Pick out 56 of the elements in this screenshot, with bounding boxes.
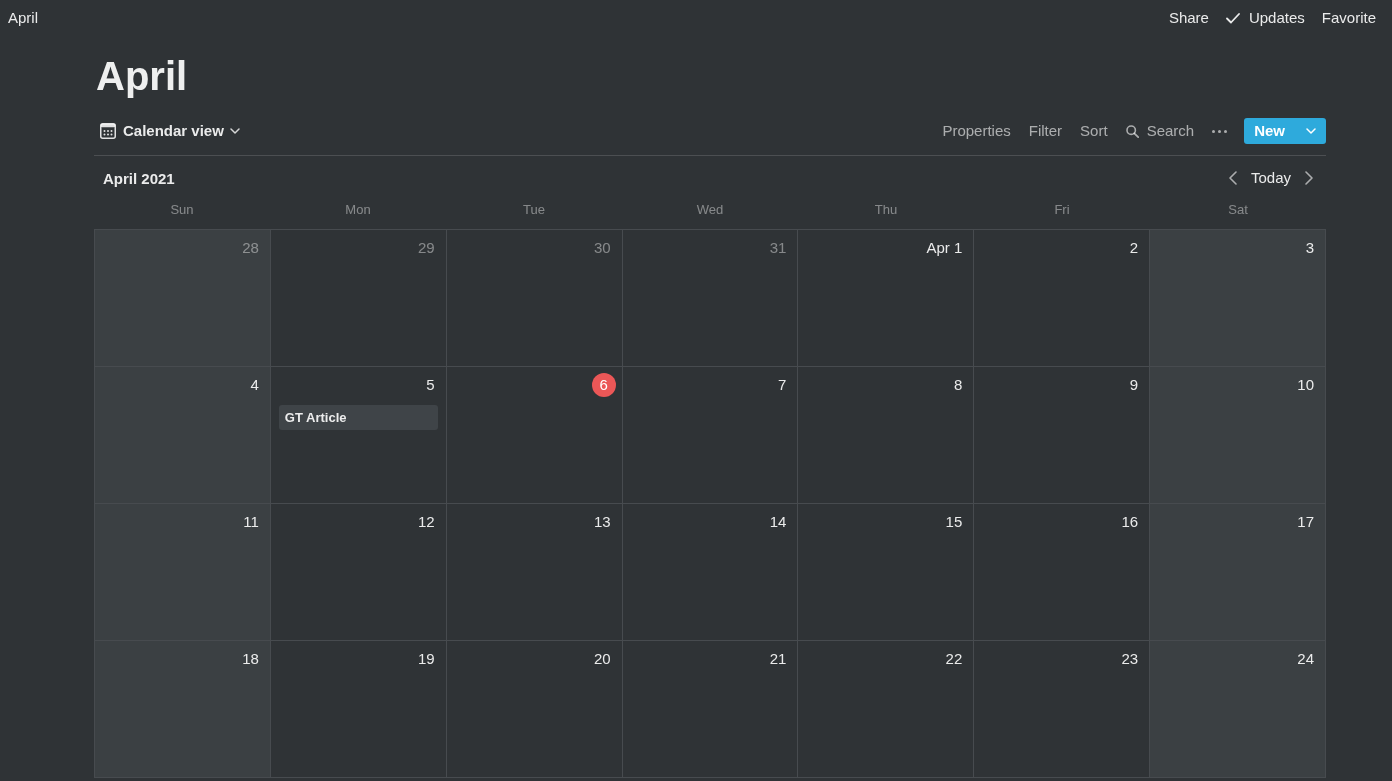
day-number: 30 [592, 238, 612, 258]
chevron-right-icon [1305, 171, 1313, 185]
ellipsis-icon [1212, 129, 1228, 133]
topbar-button[interactable]: Share [1168, 8, 1209, 28]
toolbar-button[interactable]: Sort [1073, 117, 1115, 145]
day-number: 4 [249, 375, 260, 395]
day-number: 29 [417, 238, 436, 258]
chevron-down-icon [1306, 128, 1316, 134]
weekday-label: Mon [345, 201, 371, 219]
weekday-label: Fri [1054, 201, 1070, 219]
day-number: 20 [592, 649, 612, 669]
chevron-down-icon [229, 128, 240, 134]
weekday-label: Thu [874, 201, 898, 219]
day-number: 8 [952, 375, 964, 395]
day-number: 22 [944, 649, 964, 669]
weekday-label: Tue [523, 201, 545, 219]
view-switcher[interactable]: Calendar view [94, 117, 246, 145]
day-number: 3 [1304, 238, 1315, 258]
breadcrumb-link[interactable]: April [8, 8, 38, 28]
toolbar-button[interactable]: Properties [935, 117, 1018, 145]
toolbar-button[interactable]: Filter [1021, 117, 1070, 145]
event-card[interactable]: GT Article [278, 405, 438, 430]
day-number: 10 [1296, 375, 1315, 395]
day-number: 2 [1128, 238, 1140, 258]
day-number: 28 [241, 238, 260, 258]
page-title: April [96, 53, 188, 100]
weekday-label: Sat [1228, 201, 1248, 219]
day-number: 16 [1120, 512, 1140, 532]
today-date-marker: 6 [591, 373, 616, 397]
today-button[interactable]: Today [1241, 166, 1300, 190]
weekday-label: Wed [696, 201, 724, 219]
topbar-button[interactable]: Favorite [1321, 8, 1376, 28]
weekday-label: Sun [170, 201, 194, 219]
day-number: 7 [777, 375, 788, 395]
calendar-icon [100, 123, 116, 139]
day-number: 18 [241, 649, 260, 669]
day-number: 15 [944, 512, 964, 532]
day-number: Apr 1 [925, 238, 964, 258]
day-number: 24 [1296, 649, 1315, 669]
day-number: 14 [768, 512, 788, 532]
day-number: 9 [1128, 375, 1140, 395]
check-icon [1225, 12, 1240, 24]
chevron-left-icon [1228, 171, 1237, 185]
updates-button[interactable]: Updates [1225, 8, 1305, 28]
day-number: 12 [417, 512, 436, 532]
day-number: 17 [1296, 512, 1315, 532]
search-button[interactable]: Search [1118, 117, 1202, 145]
day-number: 11 [242, 512, 260, 532]
search-icon [1125, 124, 1139, 138]
day-number: 5 [425, 375, 436, 395]
day-number: 19 [417, 649, 436, 669]
day-number: 13 [592, 512, 612, 532]
day-number: 31 [768, 238, 788, 258]
day-number: 21 [768, 649, 788, 669]
month-label: April 2021 [103, 169, 175, 187]
day-number: 23 [1120, 649, 1140, 669]
